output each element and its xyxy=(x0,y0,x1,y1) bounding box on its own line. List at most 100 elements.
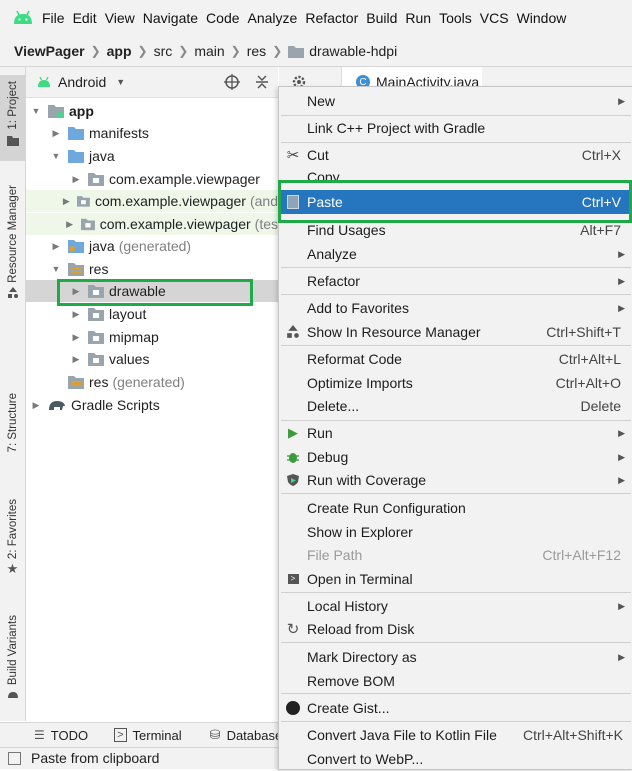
breadcrumb-app[interactable]: app xyxy=(107,43,132,59)
menu-item-show-in-explorer[interactable]: Show in Explorer xyxy=(279,520,632,544)
menu-run[interactable]: Run xyxy=(401,10,435,26)
menu-item-label: File Path xyxy=(307,547,363,563)
database-tab[interactable]: Database xyxy=(227,728,283,743)
menu-item-optimize-imports[interactable]: Optimize Imports Ctrl+Alt+O xyxy=(279,371,632,395)
menu-item-delete[interactable]: Delete... Delete xyxy=(279,394,632,418)
tree-node-mipmap[interactable]: ▶ mipmap xyxy=(70,326,159,348)
collapsed-arrow-icon[interactable]: ▶ xyxy=(64,219,74,230)
expanded-arrow-icon[interactable]: ▼ xyxy=(50,264,62,274)
breadcrumb-main[interactable]: main xyxy=(194,43,224,59)
todo-tab[interactable]: TODO xyxy=(51,728,88,743)
menu-item-remove-bom[interactable]: Remove BOM xyxy=(279,669,632,693)
resource-manager-icon xyxy=(285,324,301,340)
collapse-all-icon[interactable] xyxy=(255,74,269,90)
menu-item-cut[interactable]: ✂ Cut Ctrl+X xyxy=(279,143,632,167)
collapsed-arrow-icon[interactable]: ▶ xyxy=(70,354,82,365)
project-view-selector[interactable]: Android xyxy=(58,74,106,90)
menu-item-label: Debug xyxy=(307,449,349,465)
tree-node-app[interactable]: ▼ app xyxy=(30,100,94,122)
tree-node-manifests[interactable]: ▶ manifests xyxy=(50,122,149,144)
menu-item-label: Run with Coverage xyxy=(307,472,427,488)
menu-item-add-favorites[interactable]: Add to Favorites ▶ xyxy=(279,296,632,320)
menu-item-reload-from-disk[interactable]: ↻ Reload from Disk xyxy=(279,617,632,641)
menu-item-label: Delete... xyxy=(307,398,360,414)
terminal-tab[interactable]: Terminal xyxy=(133,728,182,743)
submenu-arrow-icon: ▶ xyxy=(618,474,625,485)
tree-node-res[interactable]: ▼ res xyxy=(50,258,109,280)
menu-view[interactable]: View xyxy=(101,10,139,26)
tree-node-res-generated[interactable]: res (generated) xyxy=(50,371,185,393)
menu-item-create-gist[interactable]: Create Gist... xyxy=(279,696,632,720)
tree-node-package-androidtest[interactable]: ▶ com.example.viewpager (and xyxy=(26,190,278,212)
build-variants-label: Build Variants xyxy=(6,615,19,686)
chevron-right-icon: ❯ xyxy=(272,44,283,58)
tree-node-gradle-scripts[interactable]: ▶ Gradle Scripts xyxy=(30,394,160,416)
structure-tool-tab[interactable]: 7: Structure xyxy=(0,393,25,465)
menu-item-link-cpp[interactable]: Link C++ Project with Gradle xyxy=(279,116,632,140)
menu-vcs[interactable]: VCS xyxy=(476,10,513,26)
breadcrumb-res[interactable]: res xyxy=(247,43,266,59)
tree-label-layout: layout xyxy=(109,306,147,322)
chevron-down-icon[interactable]: ▼ xyxy=(116,77,125,87)
menu-item-mark-directory[interactable]: Mark Directory as ▶ xyxy=(279,645,632,669)
collapsed-arrow-icon[interactable]: ▶ xyxy=(61,196,71,207)
tree-label-gradle-scripts: Gradle Scripts xyxy=(71,397,160,413)
submenu-arrow-icon: ▶ xyxy=(618,95,625,106)
menu-analyze[interactable]: Analyze xyxy=(244,10,302,26)
menu-item-analyze[interactable]: Analyze ▶ xyxy=(279,242,632,266)
tree-node-java-generated[interactable]: ▶ java (generated) xyxy=(50,235,192,257)
menu-item-run-coverage[interactable]: Run with Coverage ▶ xyxy=(279,468,632,492)
toggle-tool-windows-icon[interactable] xyxy=(8,752,21,765)
tree-label-values: values xyxy=(109,351,150,367)
module-folder-icon xyxy=(48,105,64,118)
menu-item-new[interactable]: New ▶ xyxy=(279,89,632,113)
menu-window[interactable]: Window xyxy=(513,10,571,26)
menu-file[interactable]: File xyxy=(38,10,69,26)
menu-item-local-history[interactable]: Local History ▶ xyxy=(279,594,632,618)
menu-edit[interactable]: Edit xyxy=(69,10,101,26)
menu-item-show-resource-manager[interactable]: Show In Resource Manager Ctrl+Shift+T xyxy=(279,320,632,344)
run-play-icon: ▶ xyxy=(288,425,298,440)
locate-target-icon[interactable] xyxy=(224,74,240,90)
breadcrumb-src[interactable]: src xyxy=(154,43,173,59)
menu-refactor[interactable]: Refactor xyxy=(301,10,362,26)
menu-code[interactable]: Code xyxy=(202,10,243,26)
tree-node-package[interactable]: ▶ com.example.viewpager xyxy=(70,168,260,190)
tree-node-java[interactable]: ▼ java xyxy=(50,145,115,167)
expanded-arrow-icon[interactable]: ▼ xyxy=(30,106,42,116)
collapsed-arrow-icon[interactable]: ▶ xyxy=(30,400,42,411)
menu-tools[interactable]: Tools xyxy=(435,10,476,26)
tree-node-values[interactable]: ▶ values xyxy=(70,348,150,370)
menu-item-run[interactable]: ▶ Run ▶ xyxy=(279,421,632,445)
menu-item-label: Create Run Configuration xyxy=(307,500,466,516)
tree-node-package-test[interactable]: ▶ com.example.viewpager (tes xyxy=(26,213,278,235)
build-variants-tool-tab[interactable]: Build Variants xyxy=(0,615,25,707)
collapsed-arrow-icon[interactable]: ▶ xyxy=(50,241,62,252)
menu-item-convert-webp[interactable]: Convert to WebP... xyxy=(279,747,632,771)
tree-label-res-generated: res xyxy=(89,374,109,390)
menu-item-debug[interactable]: Debug ▶ xyxy=(279,445,632,469)
menu-item-refactor[interactable]: Refactor ▶ xyxy=(279,269,632,293)
favorites-tool-tab[interactable]: 2: Favorites ★ xyxy=(0,499,25,589)
resource-manager-tool-tab[interactable]: Resource Manager xyxy=(0,185,25,305)
menu-item-convert-kotlin[interactable]: Convert Java File to Kotlin File Ctrl+Al… xyxy=(279,723,632,747)
tree-node-layout[interactable]: ▶ layout xyxy=(70,303,147,325)
menu-item-reformat-code[interactable]: Reformat Code Ctrl+Alt+L xyxy=(279,347,632,371)
project-tool-tab[interactable]: 1: Project xyxy=(0,75,25,161)
collapsed-arrow-icon[interactable]: ▶ xyxy=(70,309,82,320)
collapsed-arrow-icon[interactable]: ▶ xyxy=(70,332,82,343)
collapsed-arrow-icon[interactable]: ▶ xyxy=(50,128,62,139)
menu-build[interactable]: Build xyxy=(362,10,401,26)
terminal-icon: > xyxy=(114,728,127,742)
menu-item-open-terminal[interactable]: > Open in Terminal xyxy=(279,567,632,591)
menu-item-create-run-config[interactable]: Create Run Configuration xyxy=(279,496,632,520)
collapsed-arrow-icon[interactable]: ▶ xyxy=(70,174,82,185)
breadcrumb-drawable-hdpi[interactable]: drawable-hdpi xyxy=(309,43,397,59)
project-tree: ▼ app ▶ manifests ▼ java ▶ com.example.v… xyxy=(26,98,278,718)
left-tool-strip: 1: Project Resource Manager 7: Structure… xyxy=(0,67,26,721)
menu-item-file-path: File Path Ctrl+Alt+F12 xyxy=(279,543,632,567)
expanded-arrow-icon[interactable]: ▼ xyxy=(50,151,62,161)
highlight-box-drawable xyxy=(57,279,253,306)
menu-navigate[interactable]: Navigate xyxy=(139,10,202,26)
breadcrumb-viewpager[interactable]: ViewPager xyxy=(14,43,85,59)
